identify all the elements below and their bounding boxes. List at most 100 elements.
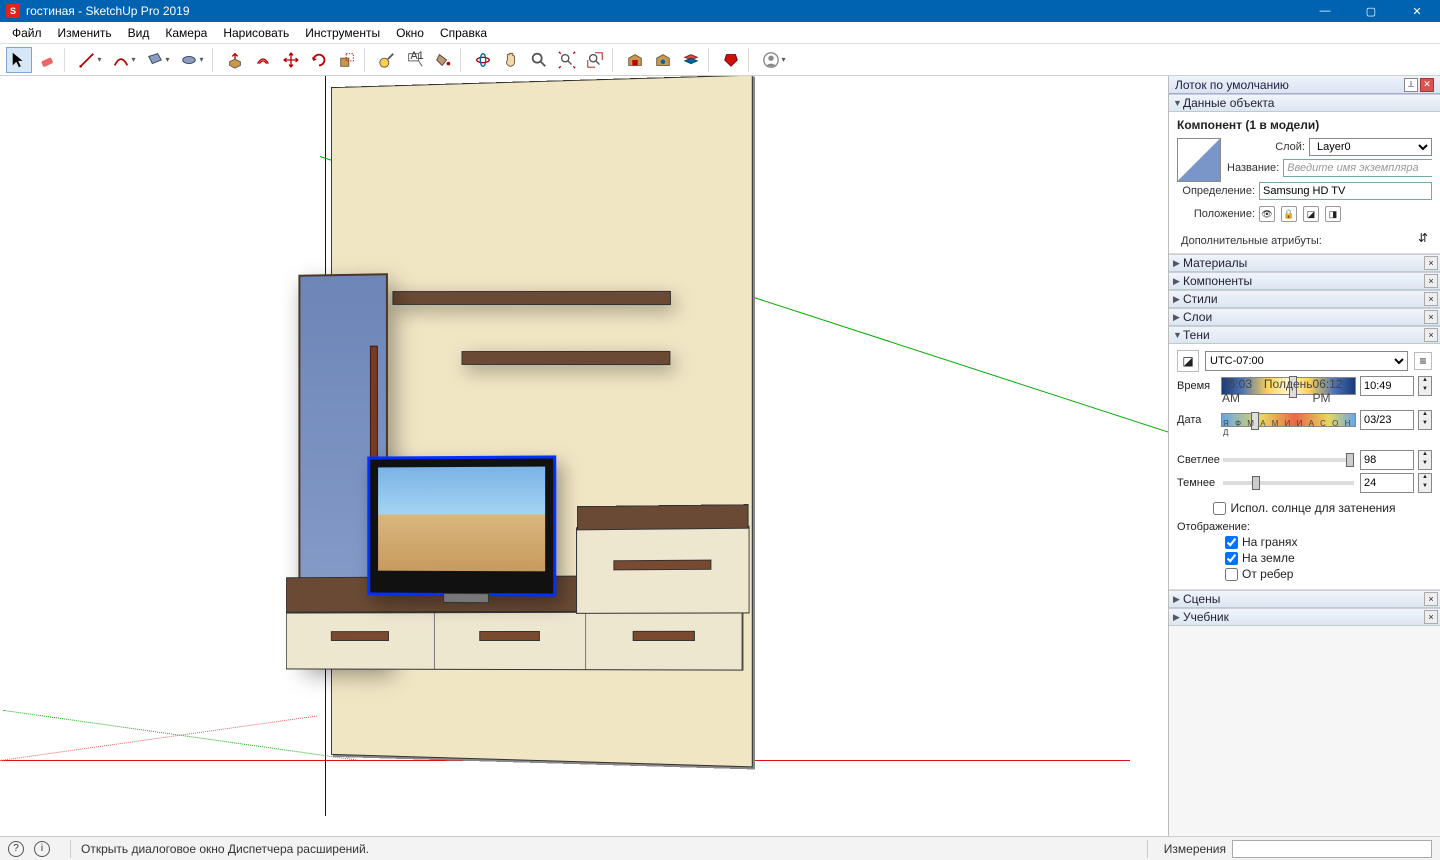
panel-close-icon[interactable]: × <box>1424 328 1438 342</box>
menu-window[interactable]: Окно <box>388 24 432 42</box>
menu-view[interactable]: Вид <box>120 24 158 42</box>
menu-camera[interactable]: Камера <box>157 24 215 42</box>
shelf-lower <box>462 351 671 365</box>
orbit-tool[interactable] <box>470 47 496 73</box>
panel-materials-header[interactable]: ▶Материалы× <box>1169 254 1440 272</box>
arc-tool[interactable] <box>108 47 140 73</box>
help-icon[interactable]: ? <box>8 841 24 857</box>
tv-selection[interactable] <box>367 455 556 596</box>
toggle-lock-icon[interactable]: 🔒 <box>1281 206 1297 222</box>
collapse-attributes-icon[interactable]: ⇵ <box>1418 231 1428 245</box>
menu-file[interactable]: Файл <box>4 24 50 42</box>
separator <box>70 840 71 858</box>
menu-draw[interactable]: Нарисовать <box>215 24 297 42</box>
ruby-console-tool[interactable] <box>718 47 744 73</box>
from-edges-checkbox[interactable] <box>1225 568 1238 581</box>
dark-input[interactable] <box>1360 473 1414 493</box>
dark-label: Темнее <box>1177 477 1217 489</box>
window-title: гостиная - SketchUp Pro 2019 <box>26 4 190 18</box>
drawer <box>586 612 742 669</box>
viewport[interactable] <box>0 76 1168 836</box>
extension-warehouse-tool[interactable] <box>650 47 676 73</box>
date-input[interactable] <box>1360 410 1414 430</box>
component-summary: Компонент (1 в модели) <box>1177 118 1432 132</box>
panel-components-header[interactable]: ▶Компоненты× <box>1169 272 1440 290</box>
shadow-detail-button[interactable]: ≡ <box>1414 352 1432 370</box>
user-account-tool[interactable] <box>758 47 790 73</box>
info-icon[interactable]: i <box>34 841 50 857</box>
zoom-tool[interactable] <box>526 47 552 73</box>
layer-label: Слой: <box>1227 141 1305 153</box>
tray-close-button[interactable]: ✕ <box>1420 78 1434 92</box>
on-faces-checkbox[interactable] <box>1225 536 1238 549</box>
pushpull-tool[interactable] <box>222 47 248 73</box>
rectangle-tool[interactable] <box>142 47 174 73</box>
time-label: Время <box>1177 380 1217 392</box>
circle-tool[interactable] <box>176 47 208 73</box>
panel-close-icon[interactable]: × <box>1424 310 1438 324</box>
layers-tool[interactable] <box>678 47 704 73</box>
panel-scenes-header[interactable]: ▶Сцены× <box>1169 590 1440 608</box>
light-input[interactable] <box>1360 450 1414 470</box>
dark-spinner[interactable]: ▲▼ <box>1418 473 1432 493</box>
eraser-tool[interactable] <box>34 47 60 73</box>
measurements-input[interactable] <box>1232 840 1432 858</box>
toggle-shadows-icon[interactable]: ◪ <box>1303 206 1319 222</box>
scale-tool[interactable] <box>334 47 360 73</box>
zoom-extents-tool[interactable] <box>554 47 580 73</box>
panel-instructor-header[interactable]: ▶Учебник× <box>1169 608 1440 626</box>
text-tool[interactable]: A1 <box>402 47 428 73</box>
shelf-upper <box>392 291 671 305</box>
light-slider[interactable] <box>1223 458 1354 462</box>
on-ground-checkbox[interactable] <box>1225 552 1238 565</box>
panel-entity-header[interactable]: ▼Данные объекта <box>1169 94 1440 112</box>
app-logo-icon: S <box>6 4 20 18</box>
date-slider[interactable]: Я Ф М А М И И А С О Н Д <box>1221 413 1356 427</box>
offset-tool[interactable] <box>250 47 276 73</box>
menu-tools[interactable]: Инструменты <box>297 24 388 42</box>
shadow-toggle-button[interactable]: ◪ <box>1177 350 1199 372</box>
menu-help[interactable]: Справка <box>432 24 495 42</box>
panel-close-icon[interactable]: × <box>1424 274 1438 288</box>
time-input[interactable] <box>1360 376 1414 396</box>
light-spinner[interactable]: ▲▼ <box>1418 450 1432 470</box>
title-bar: S гостиная - SketchUp Pro 2019 — ▢ ✕ <box>0 0 1440 22</box>
time-slider[interactable]: 06:03 AM Полдень 06:12 PM <box>1221 377 1356 395</box>
tape-measure-tool[interactable] <box>374 47 400 73</box>
definition-input[interactable] <box>1259 182 1432 200</box>
panel-layers-header[interactable]: ▶Слои× <box>1169 308 1440 326</box>
panel-shadows-header[interactable]: ▼Тени× <box>1169 326 1440 344</box>
rotate-tool[interactable] <box>306 47 332 73</box>
panel-close-icon[interactable]: × <box>1424 256 1438 270</box>
sun-shading-checkbox[interactable] <box>1213 502 1226 515</box>
zoom-window-tool[interactable] <box>582 47 608 73</box>
tv-screen <box>378 467 545 572</box>
tray-pin-button[interactable]: ⟂ <box>1404 78 1418 92</box>
dark-slider[interactable] <box>1223 481 1354 485</box>
line-tool[interactable] <box>74 47 106 73</box>
date-spinner[interactable]: ▲▼ <box>1418 410 1432 430</box>
pan-tool[interactable] <box>498 47 524 73</box>
toggle-cast-icon[interactable]: ◨ <box>1325 206 1341 222</box>
select-tool[interactable] <box>6 47 32 73</box>
panel-close-icon[interactable]: × <box>1424 610 1438 624</box>
maximize-button[interactable]: ▢ <box>1348 0 1394 22</box>
toggle-hidden-icon[interactable]: 👁 <box>1259 206 1275 222</box>
time-spinner[interactable]: ▲▼ <box>1418 376 1432 396</box>
panel-styles-header[interactable]: ▶Стили× <box>1169 290 1440 308</box>
paint-bucket-tool[interactable] <box>430 47 456 73</box>
separator <box>748 48 754 72</box>
panel-close-icon[interactable]: × <box>1424 292 1438 306</box>
panel-close-icon[interactable]: × <box>1424 592 1438 606</box>
move-tool[interactable] <box>278 47 304 73</box>
light-label: Светлее <box>1177 454 1217 466</box>
3d-warehouse-tool[interactable] <box>622 47 648 73</box>
timezone-select[interactable]: UTC-07:00 <box>1205 351 1408 371</box>
component-thumbnail[interactable] <box>1177 138 1221 182</box>
tray-header[interactable]: Лоток по умолчанию ⟂ ✕ <box>1169 76 1440 94</box>
layer-select[interactable]: Layer0 <box>1309 138 1432 156</box>
menu-edit[interactable]: Изменить <box>50 24 120 42</box>
minimize-button[interactable]: — <box>1302 0 1348 22</box>
close-button[interactable]: ✕ <box>1394 0 1440 22</box>
name-input[interactable] <box>1283 159 1432 177</box>
